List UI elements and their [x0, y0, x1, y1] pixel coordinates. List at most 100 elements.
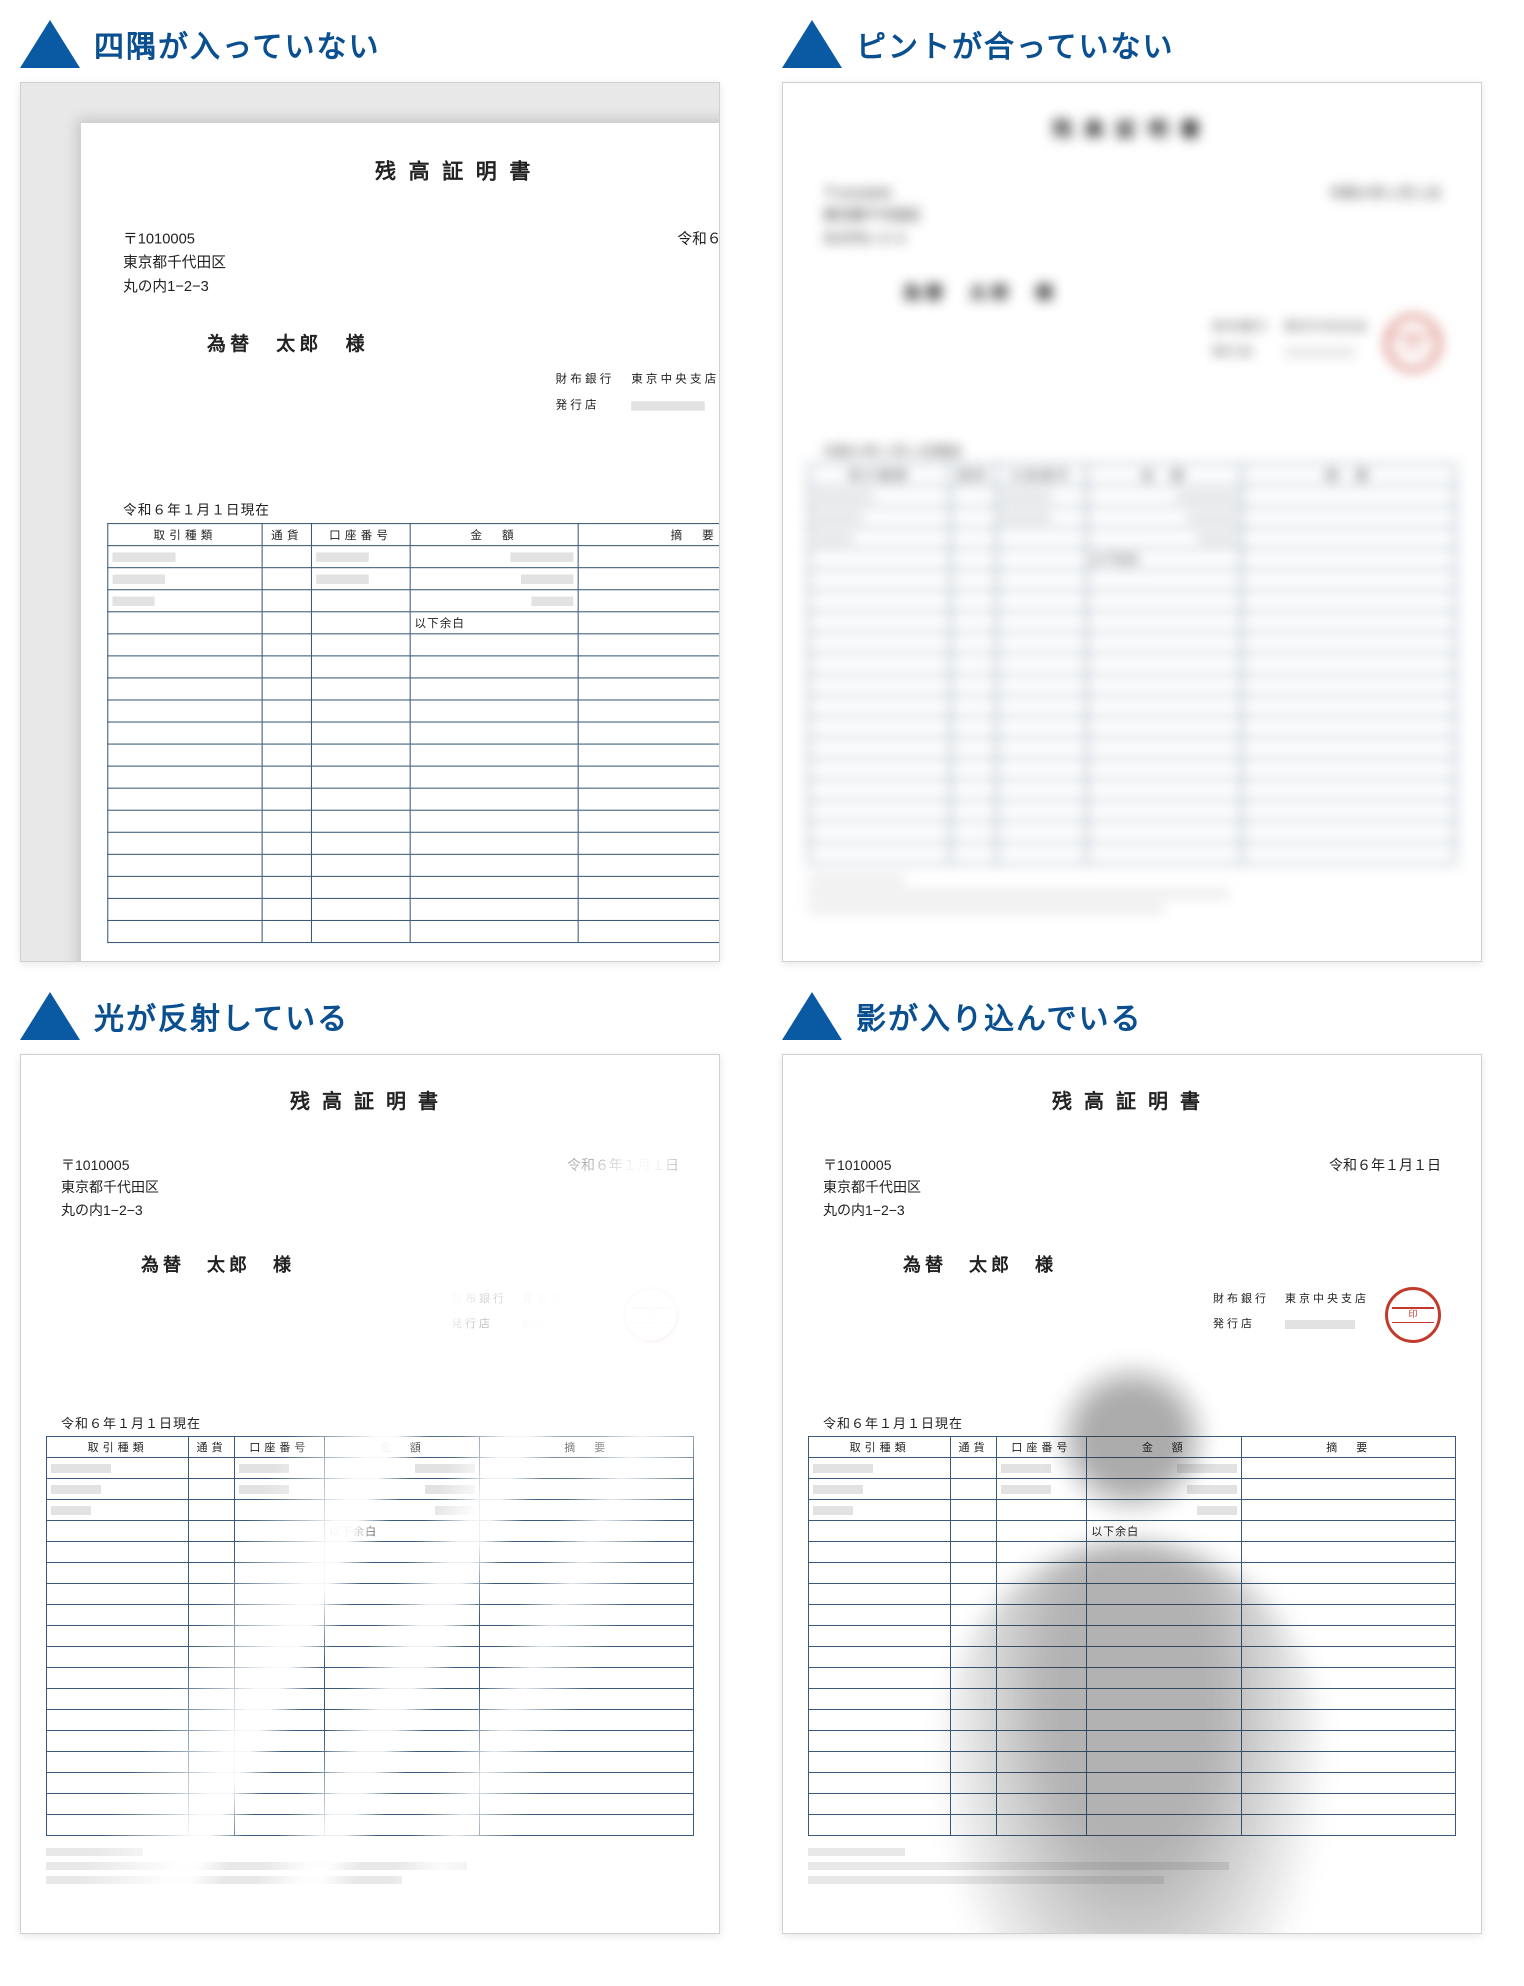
table-row: [47, 1647, 694, 1668]
bank-label: 財布銀行: [1213, 315, 1269, 340]
seal-stamp-icon: 印: [1385, 1287, 1441, 1343]
thumbnail-shadow: 残高証明書 〒1010005 東京都千代田区 丸の内1−2−3 令和６年１月１日…: [782, 1054, 1482, 1934]
table-row: [108, 700, 720, 722]
doc-address: 〒1010005 東京都千代田区 丸の内1−2−3: [823, 1154, 921, 1221]
table-row: [108, 722, 720, 744]
blank-note: 以下余白: [325, 1521, 480, 1542]
warning-triangle-icon: [782, 992, 842, 1040]
caption-blur: ピントが合っていない: [782, 20, 1504, 68]
th-type: 取引種類: [809, 1437, 951, 1458]
doc-recipient: 為替 太郎 様: [783, 1221, 1481, 1287]
bank-branch: 東京中央支店: [1285, 1287, 1369, 1312]
th-amount: 金 額: [410, 524, 579, 546]
table-row: [809, 1584, 1456, 1605]
doc-addr1: 東京都千代田区: [823, 204, 921, 226]
table-row: [809, 717, 1456, 738]
table-row: 以下余白: [47, 1521, 694, 1542]
doc-title: 残高証明書: [783, 113, 1481, 142]
table-row: [809, 528, 1456, 549]
footer-redacted: [46, 1848, 694, 1884]
table-row: [809, 1542, 1456, 1563]
caption-crop: 四隅が入っていない: [20, 20, 742, 68]
table-row: [809, 570, 1456, 591]
table-row: [809, 507, 1456, 528]
table-row: [809, 1752, 1456, 1773]
example-glare: 光が反射している 残高証明書 〒1010005 東京都千代田区 丸の内1−2−3…: [20, 992, 742, 1934]
table-row: [809, 696, 1456, 717]
table-row: [809, 1773, 1456, 1794]
table-row: [108, 744, 720, 766]
table-row: [809, 1668, 1456, 1689]
bank-label: 財布銀行: [556, 367, 615, 394]
doc-addr1: 東京都千代田区: [123, 250, 226, 274]
th-currency: 通貨: [951, 465, 996, 486]
bank-values: 東京中央支店: [1285, 1287, 1369, 1338]
table-row: [108, 877, 720, 899]
table-row: [809, 633, 1456, 654]
th-account: 口座番号: [311, 524, 409, 546]
caption-text: ピントが合っていない: [856, 22, 1175, 66]
doc-bank-block: 財布銀行 発行店 東京中央支店 印: [81, 367, 720, 457]
doc-asof: 令和６年１月１日現在: [783, 1373, 1481, 1436]
doc-date: 令和６年１月１日: [677, 227, 720, 298]
blank-note: 以下余白: [410, 612, 579, 634]
doc-addr2: 丸の内1−2−3: [823, 227, 921, 249]
table-row: [47, 1815, 694, 1836]
table-row: [809, 1794, 1456, 1815]
doc-recipient: 為替 太郎 様: [81, 297, 720, 366]
table-row: [809, 591, 1456, 612]
table-row: [809, 759, 1456, 780]
warning-triangle-icon: [782, 20, 842, 68]
example-crop: 四隅が入っていない 残高証明書 〒1010005 東京都千代田区 丸の内1−2−…: [20, 20, 742, 962]
table-row: [47, 1668, 694, 1689]
table-row: [47, 1542, 694, 1563]
redacted: [631, 401, 705, 410]
table-row: [108, 832, 720, 854]
th-type: 取引種類: [809, 465, 951, 486]
doc-postal: 〒1010005: [61, 1154, 159, 1176]
document-sample: 残高証明書 〒1010005 東京都千代田区 丸の内1−2−3 令和６年１月１日…: [783, 1055, 1481, 1933]
table-row: [809, 1500, 1456, 1521]
table-row: [809, 1731, 1456, 1752]
doc-addr2: 丸の内1−2−3: [823, 1199, 921, 1221]
doc-date: 令和６年１月１日: [1329, 1154, 1441, 1221]
doc-address: 〒1010005 東京都千代田区 丸の内1−2−3: [123, 227, 226, 298]
table-row: 以下余白: [809, 549, 1456, 570]
table-row: [108, 810, 720, 832]
table-row: [108, 899, 720, 921]
doc-header-row: 〒1010005 東京都千代田区 丸の内1−2−3 令和６年１月１日: [783, 182, 1481, 249]
table-row: [108, 656, 720, 678]
doc-address: 〒1010005 東京都千代田区 丸の内1−2−3: [61, 1154, 159, 1221]
bank-label: 財布銀行: [1213, 1287, 1269, 1312]
caption-glare: 光が反射している: [20, 992, 742, 1040]
issuer-label: 発行店: [1213, 340, 1269, 365]
table-row: [809, 1605, 1456, 1626]
doc-postal: 〒1010005: [823, 1154, 921, 1176]
blank-note: 以下余白: [1087, 549, 1242, 570]
caption-text: 四隅が入っていない: [94, 22, 381, 66]
doc-title: 残高証明書: [81, 155, 720, 185]
blank-note: 以下余白: [1087, 1521, 1242, 1542]
document-sample: 残高証明書 〒1010005 東京都千代田区 丸の内1−2−3 令和６年１月１日…: [783, 83, 1481, 961]
table-row: [809, 843, 1456, 864]
doc-recipient: 為替 太郎 様: [783, 249, 1481, 315]
th-type: 取引種類: [108, 524, 263, 546]
bank-labels: 財布銀行 発行店: [556, 367, 615, 420]
redacted: [1285, 348, 1355, 357]
table-row: [809, 801, 1456, 822]
table-row: [809, 1563, 1456, 1584]
table-row: [809, 1626, 1456, 1647]
seal-stamp-icon: 印: [1385, 315, 1441, 371]
table-row: [108, 590, 720, 612]
issuer-label: 発行店: [556, 393, 615, 420]
th-account: 口座番号: [234, 1437, 325, 1458]
caption-text: 影が入り込んでいる: [856, 994, 1143, 1038]
example-shadow: 影が入り込んでいる 残高証明書 〒1010005 東京都千代田区 丸の内1−2−…: [782, 992, 1504, 1934]
thumbnail-crop: 残高証明書 〒1010005 東京都千代田区 丸の内1−2−3 令和６年１月１日…: [20, 82, 720, 962]
balance-table: 取引種類 通貨 口座番号 金 額 摘 要 以下余白: [808, 1436, 1456, 1836]
th-note: 摘 要: [1242, 465, 1456, 486]
table-row: [47, 1773, 694, 1794]
doc-bank-block: 財布銀行 発行店 東京中央支店 印: [783, 1287, 1481, 1373]
warning-triangle-icon: [20, 992, 80, 1040]
examples-grid: 四隅が入っていない 残高証明書 〒1010005 東京都千代田区 丸の内1−2−…: [20, 20, 1504, 1934]
